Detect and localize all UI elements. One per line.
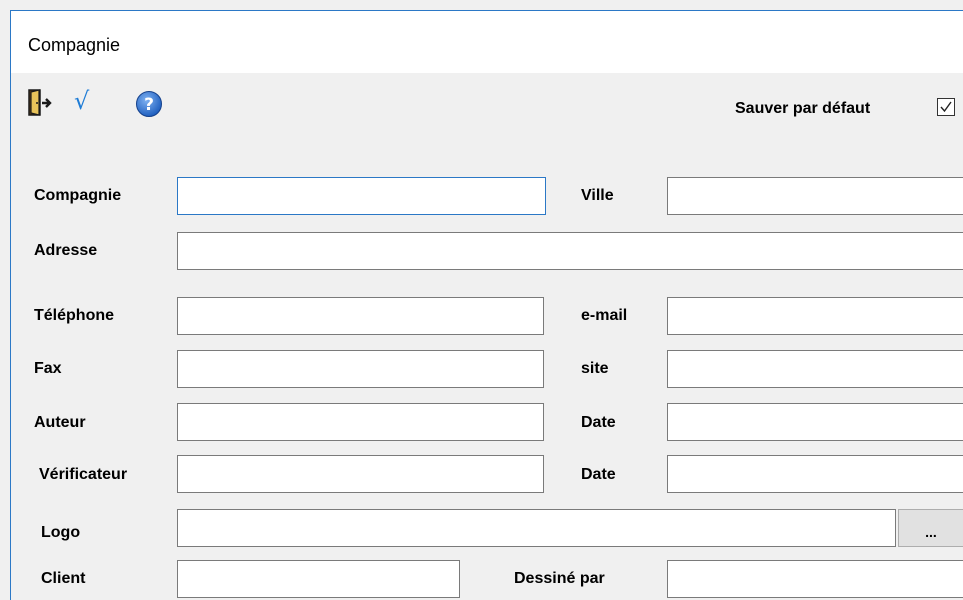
telephone-label: Téléphone	[34, 307, 115, 324]
verificateur-input[interactable]	[177, 455, 544, 493]
verificateur-label: Vérificateur	[39, 466, 128, 483]
help-icon[interactable]: ?	[135, 90, 163, 118]
save-default-label: Sauver par défaut	[735, 100, 871, 117]
ville-input[interactable]	[667, 177, 963, 215]
auteur-date-label: Date	[581, 414, 616, 431]
compagnie-input[interactable]	[177, 177, 546, 215]
client-label: Client	[41, 570, 86, 587]
compagnie-label: Compagnie	[34, 187, 122, 204]
fax-label: Fax	[34, 360, 62, 377]
client-input[interactable]	[177, 560, 460, 598]
email-input[interactable]	[667, 297, 963, 335]
adresse-label: Adresse	[34, 242, 98, 259]
email-label: e-mail	[581, 307, 628, 324]
verificateur-date-label: Date	[581, 466, 616, 483]
ville-label: Ville	[581, 187, 614, 204]
logo-browse-button[interactable]: ...	[898, 509, 963, 547]
logo-label: Logo	[41, 524, 81, 541]
site-label: site	[581, 360, 609, 377]
adresse-input[interactable]	[177, 232, 963, 270]
dessine-par-label: Dessiné par	[514, 570, 605, 587]
site-input[interactable]	[667, 350, 963, 388]
auteur-input[interactable]	[177, 403, 544, 441]
svg-text:?: ?	[144, 95, 154, 115]
company-dialog: Compagnie √ ? Sauver par défaut Compagni…	[10, 10, 963, 600]
verificateur-date-input[interactable]	[667, 455, 963, 493]
auteur-label: Auteur	[34, 414, 86, 431]
logo-input[interactable]	[177, 509, 896, 547]
fax-input[interactable]	[177, 350, 544, 388]
telephone-input[interactable]	[177, 297, 544, 335]
save-default-checkbox[interactable]	[937, 98, 955, 116]
exit-door-icon[interactable]	[28, 89, 54, 117]
auteur-date-input[interactable]	[667, 403, 963, 441]
dessine-par-input[interactable]	[667, 560, 963, 598]
check-root-icon[interactable]: √	[74, 86, 89, 116]
title-bar: Compagnie	[11, 11, 963, 73]
window-title: Compagnie	[28, 35, 121, 55]
